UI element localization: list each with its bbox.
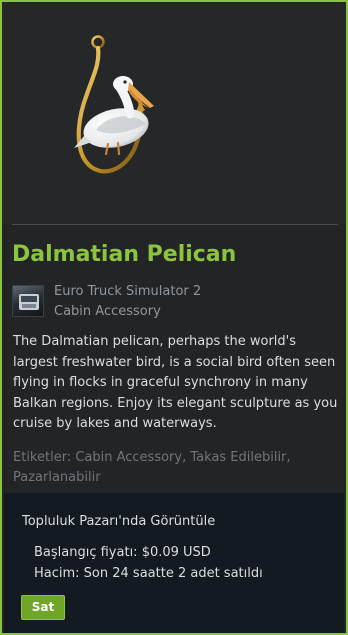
market-panel: Topluluk Pazarı'nda Görüntüle Başlangıç … bbox=[4, 493, 344, 633]
divider bbox=[12, 224, 338, 225]
item-description: The Dalmatian pelican, perhaps the world… bbox=[13, 334, 338, 432]
item-name: Dalmatian Pelican bbox=[12, 242, 237, 267]
truck-grill-shape bbox=[22, 304, 36, 308]
truck-game-icon bbox=[12, 285, 44, 317]
item-type: Cabin Accessory bbox=[54, 304, 161, 319]
sell-button[interactable]: Sat bbox=[21, 595, 65, 620]
game-name[interactable]: Euro Truck Simulator 2 bbox=[54, 284, 201, 299]
starting-price: Başlangıç fiyatı: $0.09 USD bbox=[34, 545, 211, 560]
truck-window-shape bbox=[21, 296, 37, 302]
item-image bbox=[2, 2, 346, 224]
item-tags: Etiketler: Cabin Accessory, Takas Edileb… bbox=[13, 450, 291, 485]
market-link[interactable]: Topluluk Pazarı'nda Görüntüle bbox=[22, 514, 215, 529]
item-card: Dalmatian Pelican Euro Truck Simulator 2… bbox=[0, 0, 348, 635]
pelican-hook-ornament-icon bbox=[74, 35, 154, 174]
sales-volume: Hacim: Son 24 saatte 2 adet satıldı bbox=[34, 566, 263, 581]
